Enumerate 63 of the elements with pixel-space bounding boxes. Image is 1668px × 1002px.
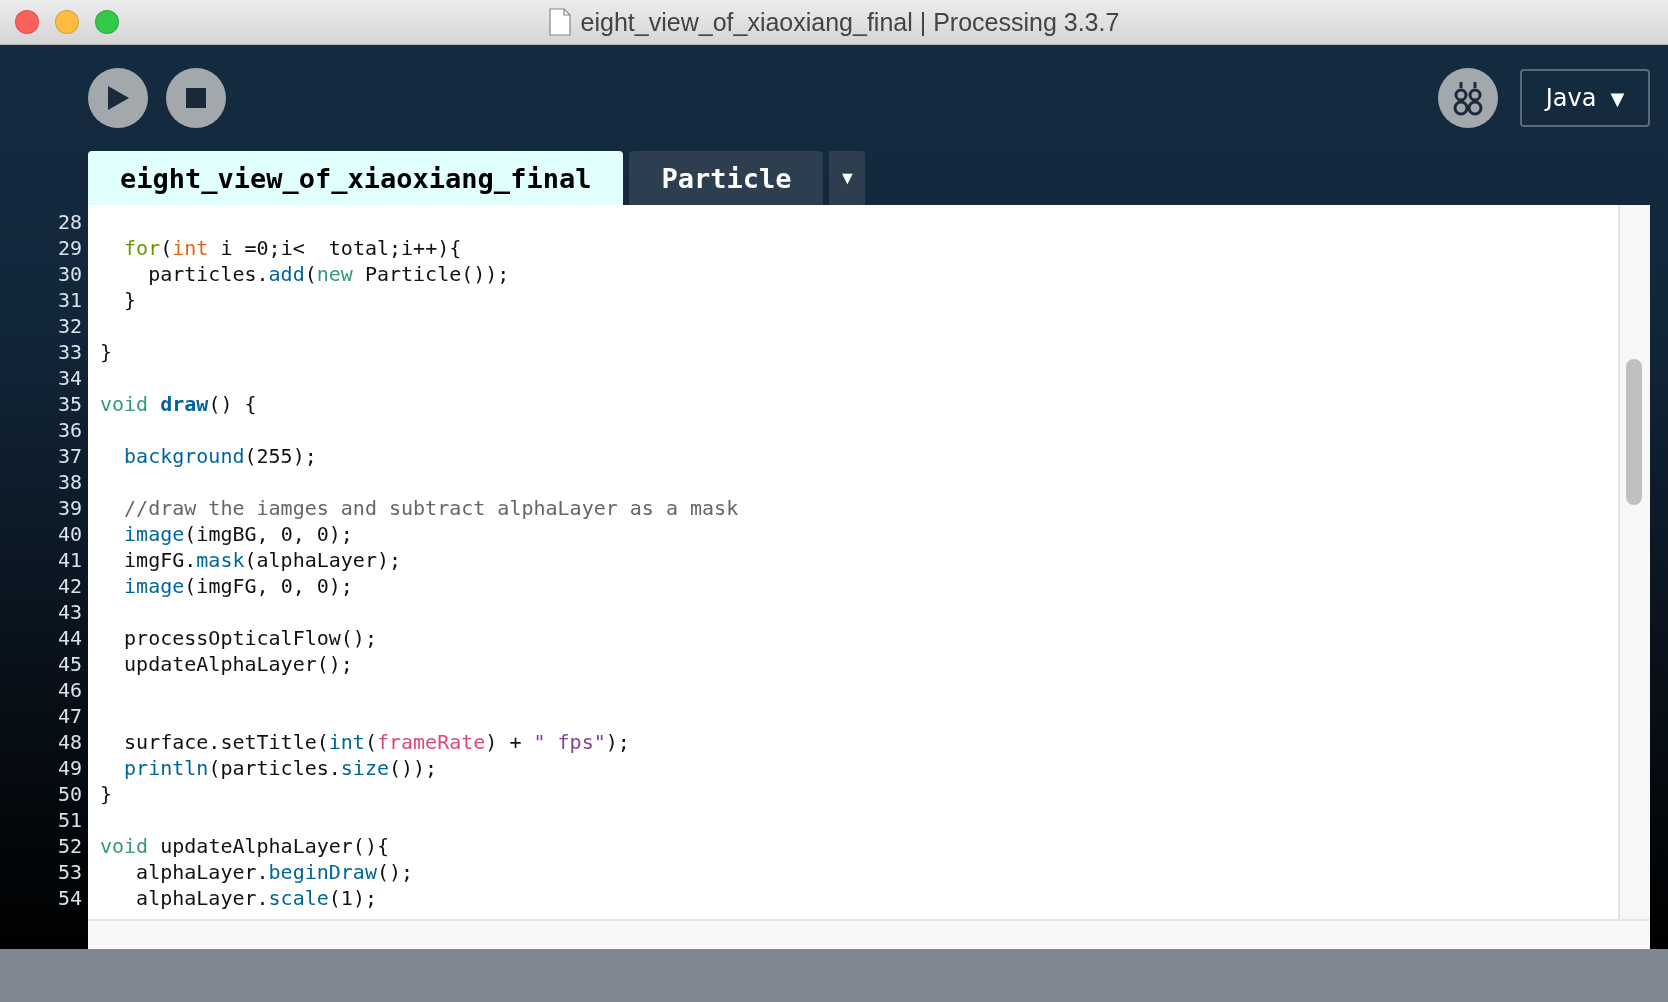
mode-selector[interactable]: Java ▼ [1520, 69, 1650, 127]
stop-icon [186, 88, 206, 108]
line-number: 54 [56, 886, 82, 910]
tab-menu-button[interactable]: ▼ [829, 151, 866, 205]
debugger-button[interactable] [1438, 68, 1498, 128]
sketch-tab[interactable]: Particle [629, 151, 824, 205]
line-number: 42 [56, 574, 82, 598]
code-line: surface.setTitle(int(frameRate) + " fps"); [123, 730, 630, 754]
line-number: 47 [56, 704, 82, 728]
play-icon [106, 85, 130, 111]
line-number: 50 [56, 782, 82, 806]
code-line: println(particles.size()); [123, 756, 438, 780]
code-line: //draw the iamges and subtract alphaLayer as a mask [123, 496, 739, 520]
sketch-tab[interactable]: eight_view_of_xiaoxiang_final [88, 151, 624, 205]
code-line: processOpticalFlow(); [123, 626, 377, 650]
line-number: 37 [56, 444, 82, 468]
code-line: void draw() { [100, 392, 257, 416]
zoom-button[interactable] [95, 10, 119, 34]
line-number: 38 [56, 470, 82, 494]
line-number: 28 [56, 210, 82, 234]
line-number: 41 [56, 548, 82, 572]
run-button[interactable] [88, 68, 148, 128]
code-line: background(255); [123, 444, 317, 468]
code-line: updateAlphaLayer(); [123, 652, 353, 676]
line-number: 46 [56, 678, 82, 702]
line-number: 51 [56, 808, 82, 832]
line-number: 53 [56, 860, 82, 884]
code-line: image(imgBG, 0, 0); [123, 522, 353, 546]
line-number: 35 [56, 392, 82, 416]
line-number: 39 [56, 496, 82, 520]
line-number: 48 [56, 730, 82, 754]
code-line: image(imgFG, 0, 0); [123, 574, 353, 598]
stop-button[interactable] [166, 68, 226, 128]
code-line: } [100, 340, 113, 364]
line-number: 31 [56, 288, 82, 312]
code-line: } [100, 782, 113, 806]
line-number: 29 [56, 236, 82, 260]
line-number: 36 [56, 418, 82, 442]
horizontal-scrollbar[interactable] [88, 919, 1650, 949]
scrollbar-thumb[interactable] [1626, 359, 1642, 505]
minimize-button[interactable] [55, 10, 79, 34]
line-number: 43 [56, 600, 82, 624]
close-button[interactable] [15, 10, 39, 34]
document-icon [548, 8, 571, 36]
line-number: 45 [56, 652, 82, 676]
line-number: 44 [56, 626, 82, 650]
code-line: alphaLayer.scale(1); [135, 886, 377, 910]
vertical-scrollbar[interactable] [1618, 205, 1650, 919]
code-line: alphaLayer.beginDraw(); [135, 860, 414, 884]
line-number: 52 [56, 834, 82, 858]
code-line: } [123, 288, 137, 312]
butterfly-icon [1451, 80, 1485, 116]
line-number: 40 [56, 522, 82, 546]
line-number: 49 [56, 756, 82, 780]
code-line: particles.add(new Particle()); [147, 262, 510, 286]
window-title: eight_view_of_xiaoxiang_final | Processing 3.3.7 [580, 7, 1120, 37]
line-number: 34 [56, 366, 82, 390]
code-line: void updateAlphaLayer(){ [100, 834, 389, 858]
line-number: 30 [56, 262, 82, 286]
line-number: 33 [56, 340, 82, 364]
code-line: for(int i =0;i< total;i++){ [123, 236, 462, 260]
code-line: imgFG.mask(alphaLayer); [123, 548, 402, 572]
line-number: 32 [56, 314, 82, 338]
